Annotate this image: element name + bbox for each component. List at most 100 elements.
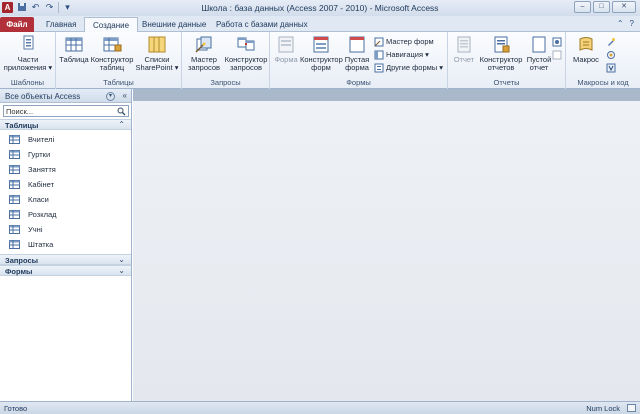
- tab-home[interactable]: Главная: [38, 17, 84, 32]
- table-icon: [64, 35, 84, 54]
- collapse-pane-icon[interactable]: «: [123, 91, 127, 100]
- list-item-table[interactable]: Вчителі: [0, 132, 131, 147]
- sharepoint-lists-label: Списки SharePoint ▾: [135, 55, 179, 72]
- module-button[interactable]: [606, 36, 616, 47]
- sharepoint-lists-icon: [147, 35, 167, 54]
- window-controls: – □ ✕: [574, 1, 636, 13]
- list-item-label: Заняття: [28, 165, 56, 174]
- group-label-forms: Формы: [346, 78, 371, 87]
- table-object-icon: [9, 180, 20, 189]
- group-label-queries: Запросы: [210, 78, 241, 87]
- minimize-button[interactable]: –: [574, 1, 591, 13]
- help-icon[interactable]: ?: [630, 19, 634, 28]
- query-wizard-label: Мастер запросов: [187, 55, 220, 72]
- group-label-macros: Макросы и код: [577, 78, 629, 87]
- form-button[interactable]: Форма: [272, 35, 300, 64]
- view-toggle-icon[interactable]: [627, 404, 636, 412]
- list-item-label: Розклад: [28, 210, 57, 219]
- group-queries: Мастер запросов Конструктор запросов Зап…: [182, 32, 270, 89]
- list-item-table[interactable]: Кабінет: [0, 177, 131, 192]
- category-forms[interactable]: Формы ⌄: [0, 265, 131, 276]
- search-input[interactable]: [4, 106, 114, 116]
- category-title-tables: Таблицы: [5, 121, 39, 130]
- list-item-label: Учні: [28, 225, 43, 234]
- category-queries[interactable]: Запросы ⌄: [0, 254, 131, 265]
- query-wizard-button[interactable]: Мастер запросов: [184, 35, 224, 72]
- list-item-table[interactable]: Розклад: [0, 207, 131, 222]
- query-design-label: Конструктор запросов: [224, 55, 268, 72]
- tab-database-tools[interactable]: Работа с базами данных: [208, 17, 316, 32]
- app-parts-label: Части приложения ▾: [3, 55, 53, 72]
- form-design-button[interactable]: Конструктор форм: [300, 35, 343, 72]
- report-labels-icon: [552, 37, 562, 47]
- list-item-table[interactable]: Учні: [0, 222, 131, 237]
- tab-create[interactable]: Создание: [84, 17, 139, 33]
- blank-report-label: Пустой отчет: [526, 55, 552, 72]
- blank-form-button[interactable]: Пустая форма: [342, 35, 372, 72]
- ribbon-tabs: Файл Главная Создание Внешние данные Раб…: [0, 16, 640, 33]
- group-label-tables: Таблицы: [103, 78, 134, 87]
- chevron-up-icon: ⌃: [118, 120, 125, 129]
- app-parts-button[interactable]: Части приложения ▾: [2, 35, 54, 72]
- form-wizard-button[interactable]: Мастер форм: [374, 36, 434, 47]
- table-object-icon: [9, 210, 20, 219]
- more-forms-icon: [374, 63, 384, 73]
- category-title-queries: Запросы: [5, 256, 39, 265]
- maximize-button[interactable]: □: [593, 1, 610, 13]
- report-button[interactable]: Отчет: [450, 35, 478, 64]
- list-item-table[interactable]: Заняття: [0, 162, 131, 177]
- blank-report-icon: [529, 35, 549, 54]
- report-design-button[interactable]: Конструктор отчетов: [478, 35, 524, 72]
- form-icon: [276, 35, 296, 54]
- report-wizard-icon: [552, 50, 562, 60]
- table-button[interactable]: Таблица: [58, 35, 90, 64]
- query-design-icon: [236, 35, 256, 54]
- tab-external-data[interactable]: Внешние данные: [134, 17, 214, 32]
- form-label: Форма: [274, 55, 298, 64]
- category-tables[interactable]: Таблицы ⌃: [0, 119, 131, 130]
- ribbon-right-controls: ⌃ ?: [617, 19, 634, 28]
- report-wizard-button[interactable]: [552, 49, 562, 60]
- list-item-table[interactable]: Гуртки: [0, 147, 131, 162]
- report-design-icon: [491, 35, 511, 54]
- navigation-pane: Все объекты Access ▾ « Таблицы ⌃ Вчителі…: [0, 89, 132, 401]
- form-design-label: Конструктор форм: [300, 55, 343, 72]
- sharepoint-lists-button[interactable]: Списки SharePoint ▾: [134, 35, 180, 72]
- list-item-table[interactable]: Класи: [0, 192, 131, 207]
- navigation-label: Навигация ▾: [386, 50, 429, 59]
- table-object-icon: [9, 195, 20, 204]
- tables-list: Вчителі Гуртки Заняття Кабінет Класи Роз…: [0, 130, 131, 254]
- blank-report-button[interactable]: Пустой отчет: [524, 35, 554, 72]
- search-icon[interactable]: [117, 107, 126, 116]
- list-item-label: Кабінет: [28, 180, 55, 189]
- nav-menu-chevron-icon[interactable]: ▾: [106, 92, 115, 101]
- table-design-button[interactable]: Конструктор таблиц: [90, 35, 134, 72]
- navigation-button[interactable]: Навигация ▾: [374, 49, 429, 60]
- table-object-icon: [9, 165, 20, 174]
- num-lock-indicator: Num Lock: [586, 404, 620, 413]
- macro-label: Макрос: [573, 55, 599, 64]
- workspace-area[interactable]: [133, 101, 640, 401]
- list-item-table[interactable]: Штатка: [0, 237, 131, 252]
- report-labels-button[interactable]: [552, 36, 562, 47]
- more-forms-button[interactable]: Другие формы ▾: [374, 62, 443, 73]
- status-bar: Готово Num Lock: [0, 401, 640, 414]
- list-item-label: Класи: [28, 195, 49, 204]
- list-item-label: Гуртки: [28, 150, 51, 159]
- class-module-button[interactable]: [606, 49, 616, 60]
- visual-basic-button[interactable]: [606, 62, 616, 73]
- table-object-icon: [9, 135, 20, 144]
- class-module-icon: [606, 50, 616, 60]
- macro-button[interactable]: Макрос: [570, 35, 602, 64]
- chevron-down-icon: ⌄: [118, 266, 125, 275]
- nav-header[interactable]: Все объекты Access ▾ «: [0, 89, 131, 103]
- group-reports: Отчет Конструктор отчетов Пустой отчет О…: [448, 32, 566, 89]
- close-button[interactable]: ✕: [612, 1, 636, 13]
- tab-file[interactable]: Файл: [0, 17, 34, 32]
- minimize-ribbon-icon[interactable]: ⌃: [617, 19, 624, 28]
- macro-scroll-icon: [576, 35, 596, 54]
- form-wizard-label: Мастер форм: [386, 37, 434, 46]
- nav-search-row: [0, 103, 131, 119]
- query-design-button[interactable]: Конструктор запросов: [224, 35, 268, 72]
- module-icon: [606, 37, 616, 47]
